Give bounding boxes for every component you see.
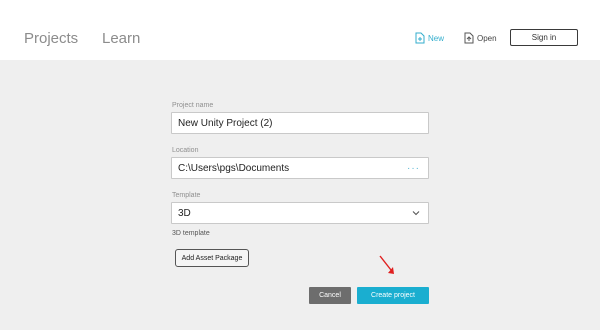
cancel-button[interactable]: Cancel xyxy=(309,287,351,304)
ellipsis-icon[interactable]: ··· xyxy=(407,164,420,174)
open-label: Open xyxy=(477,33,497,43)
location-input[interactable]: C:\Users\pgs\Documents ··· xyxy=(171,157,429,179)
new-project-button[interactable]: New xyxy=(415,32,444,44)
create-project-button[interactable]: Create project xyxy=(357,287,429,304)
location-label: Location xyxy=(172,147,199,154)
new-file-icon xyxy=(415,32,425,44)
top-header: Projects Learn New Open Sign in xyxy=(0,0,600,60)
annotation-arrow-icon xyxy=(379,255,394,274)
open-project-button[interactable]: Open xyxy=(464,32,497,44)
tab-learn[interactable]: Learn xyxy=(102,30,140,47)
project-name-input[interactable]: New Unity Project (2) xyxy=(171,112,429,134)
tab-projects[interactable]: Projects xyxy=(24,30,78,47)
location-value: C:\Users\pgs\Documents xyxy=(178,162,290,174)
template-value: 3D xyxy=(178,207,191,219)
template-description: 3D template xyxy=(172,230,210,237)
template-label: Template xyxy=(172,192,201,199)
add-asset-package-button[interactable]: Add Asset Package xyxy=(175,249,249,267)
sign-in-button[interactable]: Sign in xyxy=(510,29,578,46)
project-name-label: Project name xyxy=(172,102,214,109)
open-file-icon xyxy=(464,32,474,44)
template-select[interactable]: 3D xyxy=(171,202,429,224)
chevron-down-icon xyxy=(412,211,420,216)
project-name-value: New Unity Project (2) xyxy=(178,117,273,129)
new-label: New xyxy=(428,33,445,43)
